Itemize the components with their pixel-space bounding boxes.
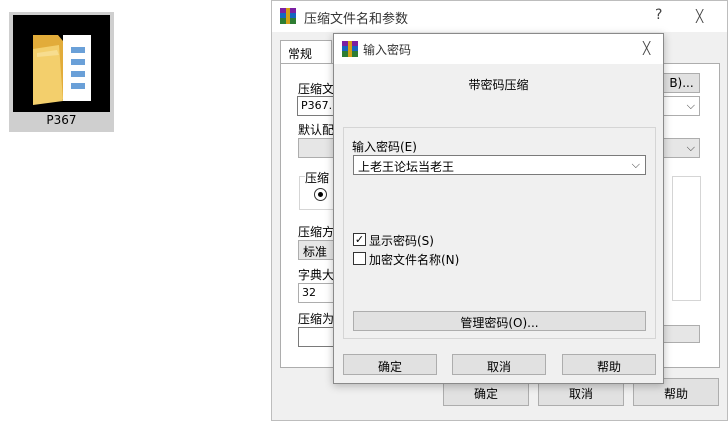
folder-label: P367: [46, 113, 77, 127]
format-label: 压缩: [305, 169, 335, 186]
close-icon[interactable]: ╳: [696, 9, 703, 23]
folder-icon: [33, 35, 91, 105]
method-combo[interactable]: 标准: [298, 240, 334, 260]
tab-general[interactable]: 常规: [280, 40, 332, 64]
winrar-icon: [280, 8, 296, 24]
dict-combo[interactable]: 32: [298, 283, 334, 303]
desktop-folder-item[interactable]: P367: [9, 12, 114, 132]
folder-thumbnail: [13, 15, 110, 112]
archive-name-dropdown[interactable]: ⌵: [663, 96, 700, 116]
archive-name-input[interactable]: P367.r: [297, 96, 337, 116]
window-title: 压缩文件名和参数: [304, 12, 409, 27]
profile-combo[interactable]: [298, 138, 334, 158]
profile-label: 默认配: [298, 123, 334, 137]
dialog-heading: 带密码压缩: [468, 78, 529, 92]
manage-passwords-button[interactable]: 管理密码(O)...: [353, 311, 646, 331]
password-dialog: 输入密码 ╳ 带密码压缩 输入密码(E) 上老王论坛当老王 ⌵ ✓ 显示密码(S…: [333, 33, 664, 384]
show-password-checkbox[interactable]: ✓: [353, 233, 366, 246]
dict-label: 字典大: [298, 268, 334, 282]
show-password-label: 显示密码(S): [369, 234, 434, 248]
split-combo[interactable]: [298, 327, 334, 347]
chevron-down-icon: ⌵: [686, 141, 695, 154]
winrar-icon: [342, 41, 358, 57]
dialog-cancel-button[interactable]: 取消: [452, 354, 546, 375]
browse-button[interactable]: B)...: [663, 73, 700, 93]
chevron-down-icon: ⌵: [631, 158, 640, 171]
encrypt-names-label: 加密文件名称(N): [369, 253, 460, 267]
dialog-help-button[interactable]: 帮助: [562, 354, 656, 375]
method-label: 压缩方: [298, 225, 334, 239]
split-combo-end[interactable]: [663, 325, 700, 343]
password-input[interactable]: 上老王论坛当老王 ⌵: [353, 155, 646, 175]
encrypt-names-checkbox[interactable]: [353, 252, 366, 265]
profile-combo-end[interactable]: ⌵: [663, 138, 700, 158]
close-icon[interactable]: ╳: [643, 41, 650, 55]
format-radio[interactable]: [314, 188, 327, 201]
dialog-title: 输入密码: [363, 43, 412, 57]
window-titlebar: 压缩文件名和参数 ? ╳: [272, 1, 727, 32]
dialog-titlebar: 输入密码 ╳: [334, 34, 663, 64]
password-group: 输入密码(E) 上老王论坛当老王 ⌵ ✓ 显示密码(S) 加密文件名称(N) 管…: [343, 127, 656, 339]
dialog-ok-button[interactable]: 确定: [343, 354, 437, 375]
split-label: 压缩为: [298, 312, 334, 326]
options-group: [672, 176, 701, 301]
archive-name-label: 压缩文: [298, 82, 334, 96]
password-label: 输入密码(E): [352, 140, 417, 154]
password-value: 上老王论坛当老王: [358, 160, 455, 174]
help-title-button[interactable]: ?: [655, 7, 662, 23]
chevron-down-icon: ⌵: [686, 99, 695, 112]
